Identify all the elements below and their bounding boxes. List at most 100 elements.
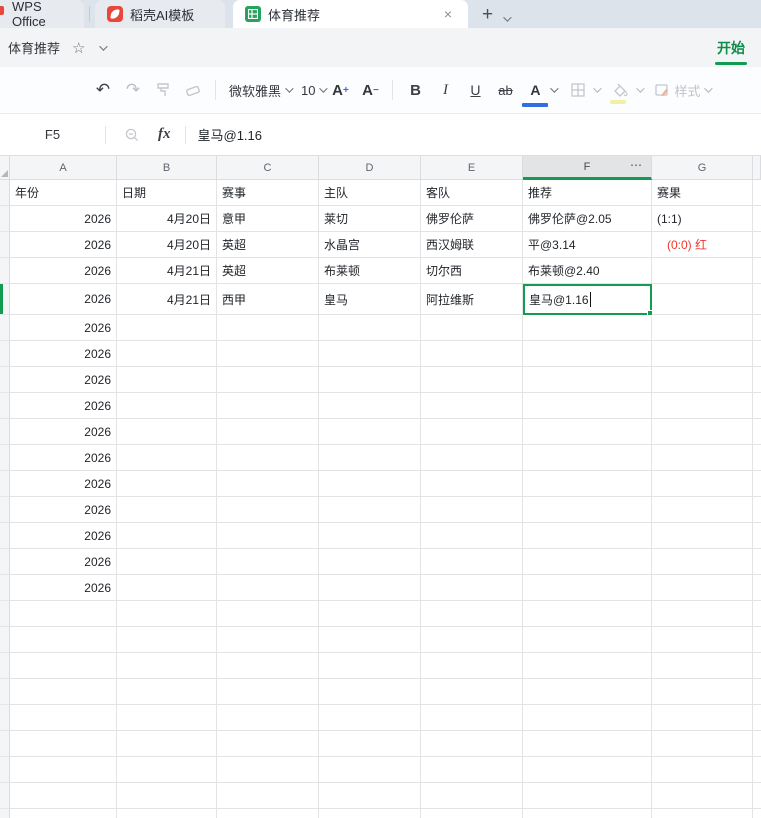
cell-E14[interactable] bbox=[421, 523, 523, 549]
cell-G21[interactable] bbox=[652, 705, 753, 731]
cell-C14[interactable] bbox=[217, 523, 319, 549]
cell-E6[interactable] bbox=[421, 315, 523, 341]
cell-A15[interactable]: 2026 bbox=[10, 549, 117, 575]
cell-B14[interactable] bbox=[117, 523, 217, 549]
cell-D25[interactable] bbox=[319, 809, 421, 818]
row-header-25[interactable] bbox=[0, 809, 10, 818]
select-all-corner[interactable] bbox=[0, 156, 10, 180]
font-size-chevron-icon[interactable] bbox=[319, 84, 329, 93]
cell-E21[interactable] bbox=[421, 705, 523, 731]
row-header-6[interactable] bbox=[0, 315, 10, 341]
eraser-button[interactable] bbox=[181, 77, 205, 103]
row-header-24[interactable] bbox=[0, 783, 10, 809]
cell-G25[interactable] bbox=[652, 809, 753, 818]
cell-B25[interactable] bbox=[117, 809, 217, 818]
cell-B13[interactable] bbox=[117, 497, 217, 523]
cell-D8[interactable] bbox=[319, 367, 421, 393]
cell-A14[interactable]: 2026 bbox=[10, 523, 117, 549]
cell-D24[interactable] bbox=[319, 783, 421, 809]
cell-E19[interactable] bbox=[421, 653, 523, 679]
cell-B3[interactable]: 4月20日 bbox=[117, 232, 217, 258]
cell-F24[interactable] bbox=[523, 783, 652, 809]
redo-button[interactable]: ↷ bbox=[121, 77, 145, 103]
column-header-G[interactable]: G bbox=[652, 156, 753, 180]
cell-C3[interactable]: 英超 bbox=[217, 232, 319, 258]
cell-E23[interactable] bbox=[421, 757, 523, 783]
cell-B1[interactable]: 日期 bbox=[117, 180, 217, 206]
column-header-F[interactable]: F ⋯ bbox=[523, 156, 652, 180]
font-name-select[interactable]: 微软雅黑 bbox=[229, 81, 281, 100]
cell-A23[interactable] bbox=[10, 757, 117, 783]
row-header-16[interactable] bbox=[0, 575, 10, 601]
cell-A19[interactable] bbox=[10, 653, 117, 679]
zoom-out-search-icon[interactable] bbox=[124, 127, 140, 143]
font-color-button[interactable]: A bbox=[522, 77, 549, 107]
cell-F1[interactable]: 推荐 bbox=[523, 180, 652, 206]
bold-button[interactable]: B bbox=[403, 77, 427, 103]
row-header-15[interactable] bbox=[0, 549, 10, 575]
cell-G5[interactable] bbox=[652, 284, 753, 315]
cell-C8[interactable] bbox=[217, 367, 319, 393]
cell-C9[interactable] bbox=[217, 393, 319, 419]
cell-F13[interactable] bbox=[523, 497, 652, 523]
cell-A22[interactable] bbox=[10, 731, 117, 757]
cell-F22[interactable] bbox=[523, 731, 652, 757]
cell-A2[interactable]: 2026 bbox=[10, 206, 117, 232]
cell-style-button[interactable]: 样式 bbox=[654, 77, 701, 103]
cell-A7[interactable]: 2026 bbox=[10, 341, 117, 367]
cell-F20[interactable] bbox=[523, 679, 652, 705]
cell-B24[interactable] bbox=[117, 783, 217, 809]
cell-D11[interactable] bbox=[319, 445, 421, 471]
cell-partial[interactable] bbox=[753, 757, 761, 783]
cell-A17[interactable] bbox=[10, 601, 117, 627]
cell-F5[interactable]: 皇马@1.16 bbox=[523, 284, 653, 316]
cell-D10[interactable] bbox=[319, 419, 421, 445]
cell-F23[interactable] bbox=[523, 757, 652, 783]
cell-C2[interactable]: 意甲 bbox=[217, 206, 319, 232]
cell-E9[interactable] bbox=[421, 393, 523, 419]
cell-G15[interactable] bbox=[652, 549, 753, 575]
row-header-13[interactable] bbox=[0, 497, 10, 523]
cell-partial[interactable] bbox=[753, 445, 761, 471]
row-header-2[interactable] bbox=[0, 206, 10, 232]
cell-C16[interactable] bbox=[217, 575, 319, 601]
format-painter-button[interactable] bbox=[151, 77, 175, 103]
cell-partial[interactable] bbox=[753, 627, 761, 653]
cell-partial[interactable] bbox=[753, 523, 761, 549]
cell-F10[interactable] bbox=[523, 419, 652, 445]
cell-E18[interactable] bbox=[421, 627, 523, 653]
cell-A4[interactable]: 2026 bbox=[10, 258, 117, 284]
cell-G7[interactable] bbox=[652, 341, 753, 367]
column-header-A[interactable]: A bbox=[10, 156, 117, 180]
cell-E11[interactable] bbox=[421, 445, 523, 471]
row-header-21[interactable] bbox=[0, 705, 10, 731]
cell-E8[interactable] bbox=[421, 367, 523, 393]
cell-partial[interactable] bbox=[753, 315, 761, 341]
column-header-partial[interactable] bbox=[753, 156, 761, 180]
cell-F17[interactable] bbox=[523, 601, 652, 627]
cell-E10[interactable] bbox=[421, 419, 523, 445]
column-header-C[interactable]: C bbox=[217, 156, 319, 180]
cell-C1[interactable]: 赛事 bbox=[217, 180, 319, 206]
cell-A11[interactable]: 2026 bbox=[10, 445, 117, 471]
cell-E15[interactable] bbox=[421, 549, 523, 575]
cell-F8[interactable] bbox=[523, 367, 652, 393]
row-header-8[interactable] bbox=[0, 367, 10, 393]
cell-D23[interactable] bbox=[319, 757, 421, 783]
cell-D13[interactable] bbox=[319, 497, 421, 523]
row-header-22[interactable] bbox=[0, 731, 10, 757]
cell-partial[interactable] bbox=[753, 653, 761, 679]
tab-list-chevron-icon[interactable] bbox=[503, 13, 512, 22]
cell-A3[interactable]: 2026 bbox=[10, 232, 117, 258]
cell-C18[interactable] bbox=[217, 627, 319, 653]
tab-sports-picks-active[interactable]: 体育推荐 × bbox=[233, 0, 468, 28]
strikethrough-button[interactable]: ab bbox=[493, 77, 517, 103]
cell-F18[interactable] bbox=[523, 627, 652, 653]
cell-A16[interactable]: 2026 bbox=[10, 575, 117, 601]
cell-G14[interactable] bbox=[652, 523, 753, 549]
cell-partial[interactable] bbox=[753, 284, 761, 315]
cell-E5[interactable]: 阿拉维斯 bbox=[421, 284, 523, 315]
cell-B19[interactable] bbox=[117, 653, 217, 679]
cell-C13[interactable] bbox=[217, 497, 319, 523]
cell-A10[interactable]: 2026 bbox=[10, 419, 117, 445]
